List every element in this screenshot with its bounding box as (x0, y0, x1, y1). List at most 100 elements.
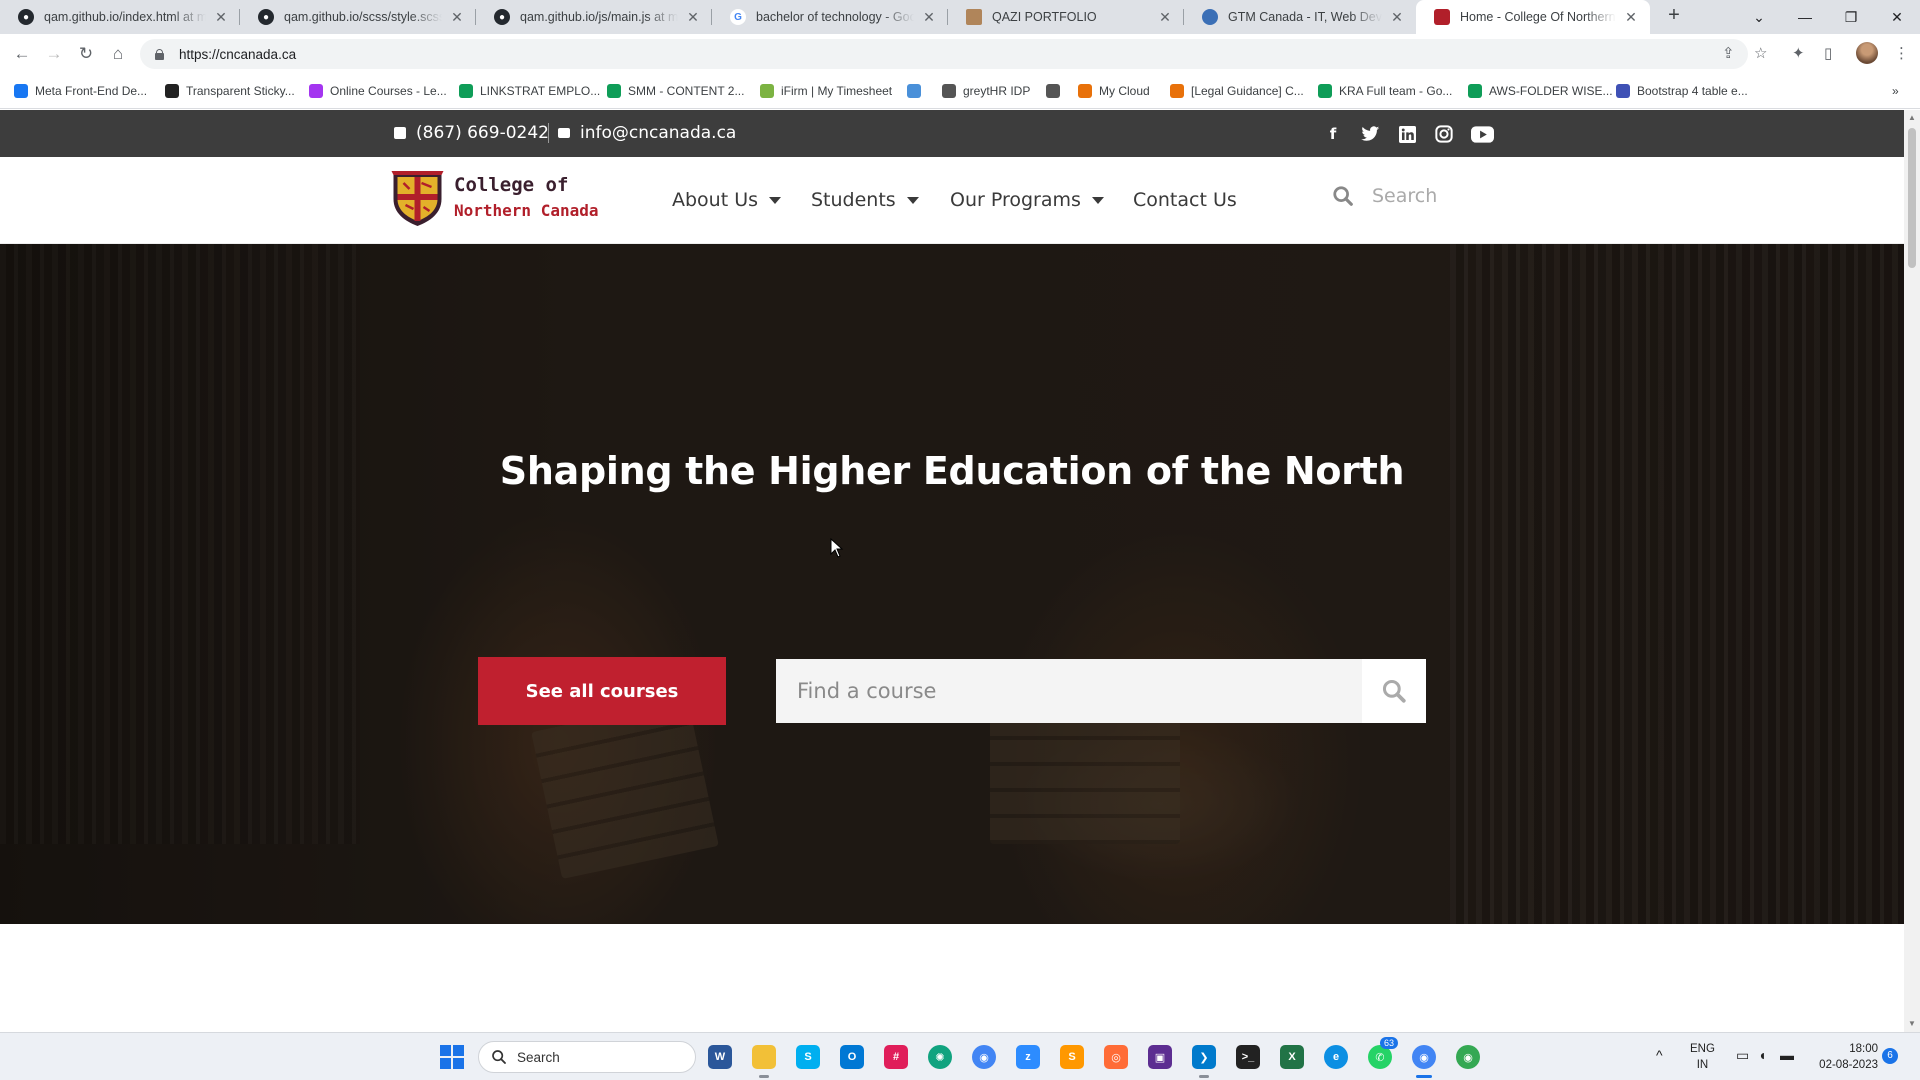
close-tab-icon[interactable]: ✕ (1622, 9, 1640, 26)
vscode-icon[interactable]: ❯ (1192, 1045, 1216, 1069)
college-logo[interactable]: College of Northern Canada (391, 169, 599, 227)
course-search-button[interactable] (1362, 659, 1426, 723)
bookmark-item[interactable]: iFirm | My Timesheet (760, 84, 892, 98)
bookmark-item[interactable] (907, 84, 928, 98)
bookmark-item[interactable]: KRA Full team - Go... (1318, 84, 1452, 98)
close-window-button[interactable]: ✕ (1874, 0, 1920, 34)
outlook-icon[interactable]: O (840, 1045, 864, 1069)
clock[interactable]: 18:00 02-08-2023 (1808, 1041, 1878, 1073)
zoom-icon[interactable]: z (1016, 1045, 1040, 1069)
share-icon[interactable]: ⇪ (1722, 44, 1735, 62)
header-search[interactable]: Search (1332, 185, 1437, 207)
bookmark-item[interactable]: SMM - CONTENT 2... (607, 84, 744, 98)
bookmark-item[interactable]: AWS-FOLDER WISE... (1468, 84, 1613, 98)
bookmark-item[interactable]: Transparent Sticky... (165, 84, 295, 98)
skype-icon[interactable]: S (796, 1045, 820, 1069)
page-scrollbar[interactable]: ▲ ▼ (1904, 110, 1920, 1032)
volume-icon[interactable]: ◖ (1758, 1047, 1766, 1063)
lock-icon[interactable] (154, 48, 165, 60)
profile-avatar[interactable] (1856, 42, 1878, 64)
github-icon: ● (258, 9, 274, 25)
phone-contact[interactable]: (867) 669-0242 (394, 123, 549, 143)
email-contact[interactable]: info@cncanada.ca (558, 123, 736, 143)
close-tab-icon[interactable]: ✕ (684, 9, 702, 26)
browser-tab[interactable]: ● qam.github.io/js/main.js at main ✕ (476, 0, 712, 34)
side-panel-icon[interactable]: ▯ (1824, 44, 1832, 62)
mouse-cursor (830, 538, 844, 558)
network-icon[interactable]: ▭ (1736, 1047, 1749, 1063)
browser-tab[interactable]: GTM Canada - IT, Web Development ✕ (1184, 0, 1416, 34)
bookmark-item[interactable] (1046, 84, 1067, 98)
nav-students[interactable]: Students (811, 189, 919, 211)
menu-icon[interactable]: ⋮ (1894, 44, 1909, 62)
bookmark-item[interactable]: Meta Front-End De... (14, 84, 147, 98)
chatgpt-icon[interactable]: ✺ (928, 1045, 952, 1069)
notification-badge[interactable]: 6 (1882, 1048, 1898, 1064)
reload-button[interactable]: ↻ (72, 40, 100, 68)
facebook-icon[interactable]: f (1323, 124, 1343, 144)
nav-about-us[interactable]: About Us (672, 189, 782, 211)
close-tab-icon[interactable]: ✕ (920, 9, 938, 26)
youtube-icon[interactable] (1470, 124, 1494, 144)
bookmark-item[interactable]: Online Courses - Le... (309, 84, 447, 98)
home-button[interactable]: ⌂ (104, 40, 132, 68)
header-search-input[interactable]: Search (1372, 185, 1437, 207)
bookmarks-bar: Meta Front-End De... Transparent Sticky..… (0, 75, 1920, 109)
scroll-up-icon[interactable]: ▲ (1904, 110, 1920, 126)
show-hidden-icons[interactable]: ^ (1656, 1047, 1663, 1063)
new-tab-button[interactable]: + (1660, 4, 1688, 27)
file-explorer-icon[interactable] (752, 1045, 776, 1069)
minimize-button[interactable]: — (1782, 0, 1828, 34)
linkedin-icon[interactable] (1397, 124, 1417, 144)
address-bar[interactable]: https://cncanada.ca (140, 39, 1748, 69)
sheets-icon (459, 84, 473, 98)
browser-tab[interactable]: G bachelor of technology - Google Search… (712, 0, 948, 34)
browser-tab[interactable]: ● qam.github.io/scss/style.scss at main … (240, 0, 476, 34)
browser-tab-active[interactable]: Home - College Of Northern Canada ✕ (1416, 0, 1650, 34)
search-icon[interactable] (1332, 185, 1354, 207)
tab-search-icon[interactable]: ⌄ (1736, 0, 1782, 34)
bookmark-star-icon[interactable]: ☆ (1754, 44, 1767, 62)
word-icon[interactable]: W (708, 1045, 732, 1069)
slack-icon[interactable]: # (884, 1045, 908, 1069)
extensions-icon[interactable]: ✦ (1792, 44, 1805, 62)
bookmark-item[interactable]: Bootstrap 4 table e... (1616, 84, 1748, 98)
taskbar-search[interactable]: Search (478, 1041, 696, 1073)
instagram-icon[interactable] (1434, 124, 1454, 144)
edge-icon[interactable]: e (1324, 1045, 1348, 1069)
see-all-courses-button[interactable]: See all courses (478, 657, 726, 725)
nav-contact-us[interactable]: Contact Us (1133, 189, 1237, 211)
excel-icon[interactable]: X (1280, 1045, 1304, 1069)
find-course-input[interactable] (776, 659, 1362, 723)
terminal-icon[interactable]: >_ (1236, 1045, 1260, 1069)
twitter-icon[interactable] (1360, 124, 1380, 144)
bookmark-item[interactable]: [Legal Guidance] C... (1170, 84, 1304, 98)
battery-icon[interactable]: ▬ (1780, 1047, 1794, 1063)
browser-tab[interactable]: QAZI PORTFOLIO ✕ (948, 0, 1184, 34)
windows-start-button[interactable] (440, 1045, 464, 1069)
visual-studio-icon[interactable]: ▣ (1148, 1045, 1172, 1069)
close-tab-icon[interactable]: ✕ (448, 9, 466, 26)
more-bookmarks-icon[interactable]: » (1892, 84, 1899, 98)
postman-icon[interactable]: ◎ (1104, 1045, 1128, 1069)
scroll-down-icon[interactable]: ▼ (1904, 1016, 1920, 1032)
language-indicator[interactable]: ENG IN (1690, 1041, 1715, 1073)
nav-our-programs[interactable]: Our Programs (950, 189, 1104, 211)
chrome-alt-icon[interactable]: ◉ (1456, 1045, 1480, 1069)
logo-line-1: College of (454, 174, 569, 196)
scrollbar-thumb[interactable] (1908, 128, 1916, 268)
close-tab-icon[interactable]: ✕ (1156, 9, 1174, 26)
chrome-icon[interactable]: ◉ (972, 1045, 996, 1069)
close-tab-icon[interactable]: ✕ (1388, 9, 1406, 26)
bookmark-item[interactable]: My Cloud (1078, 84, 1150, 98)
bookmark-item[interactable]: LINKSTRAT EMPLO... (459, 84, 600, 98)
browser-tab[interactable]: ● qam.github.io/index.html at main ✕ (0, 0, 240, 34)
bookmark-item[interactable]: greytHR IDP (942, 84, 1030, 98)
globe-icon (907, 84, 921, 98)
chrome-profile-icon[interactable]: ◉ (1412, 1045, 1436, 1069)
back-button[interactable]: ← (8, 40, 36, 68)
close-tab-icon[interactable]: ✕ (212, 9, 230, 26)
restore-button[interactable]: ❐ (1828, 0, 1874, 34)
forward-button[interactable]: → (40, 40, 68, 68)
sublime-icon[interactable]: S (1060, 1045, 1084, 1069)
